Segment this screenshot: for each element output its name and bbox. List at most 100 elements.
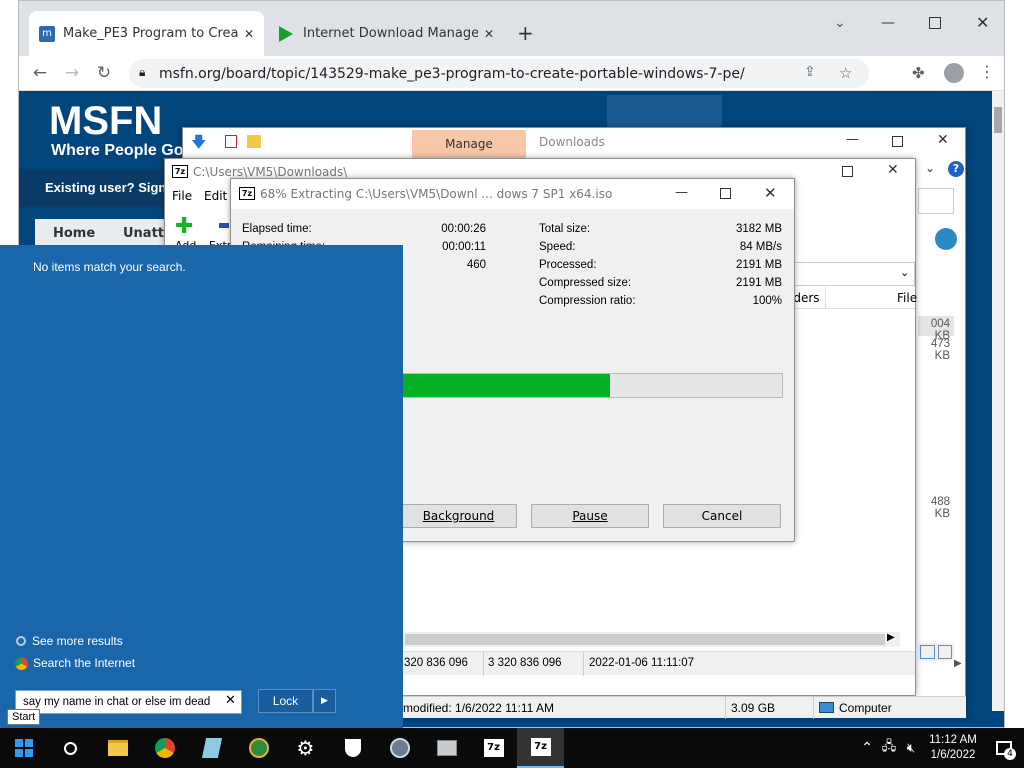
column-divider (825, 287, 826, 309)
downloads-title: Downloads (539, 135, 605, 149)
back-icon[interactable]: ← (29, 62, 51, 84)
address-bar[interactable]: 🔒︎ msfn.org/board/topic/143529-make_pe3-… (129, 59, 869, 88)
see-more-label: See more results (32, 634, 123, 648)
sevenzip-active-taskbar-icon[interactable]: 7z (517, 728, 564, 768)
extensions-icon[interactable]: ✤ (912, 64, 925, 82)
tab-search-icon[interactable]: ⌄ (834, 15, 846, 31)
profile-avatar[interactable] (944, 63, 964, 83)
page-scrollbar[interactable] (992, 91, 1004, 711)
tab-close-icon[interactable]: ✕ (244, 27, 254, 41)
file-explorer-icon[interactable] (94, 728, 141, 768)
maximize-icon[interactable] (842, 166, 853, 177)
menu-file[interactable]: File (172, 189, 192, 203)
address-toolbar: ← → ↻ 🔒︎ msfn.org/board/topic/143529-mak… (19, 56, 1004, 91)
globe-icon[interactable] (935, 228, 957, 250)
view-controls (918, 643, 954, 661)
compression-ratio-value: 100% (752, 295, 782, 307)
background-button[interactable]: Background (400, 504, 517, 528)
clock[interactable]: 11:12 AM 1/6/2022 (922, 733, 984, 763)
url-text: msfn.org/board/topic/143529-make_pe3-pro… (159, 65, 745, 82)
reload-icon[interactable]: ↻ (93, 62, 115, 84)
tab-make-pe3[interactable]: m Make_PE3 Program to Create Por ✕ (29, 11, 264, 56)
maximize-icon[interactable] (720, 188, 731, 199)
breadcrumb-home[interactable]: Home (53, 226, 95, 241)
volume-icon[interactable]: 🔇︎ (900, 728, 922, 768)
network-icon[interactable]: 🖧︎ (878, 728, 900, 768)
settings-gear-icon[interactable]: ⚙ (282, 728, 329, 768)
dialog-title: 68% Extracting C:\Users\VM5\Downl ... do… (260, 187, 613, 201)
ribbon-expand-icon[interactable]: ⌄ (925, 161, 935, 175)
forward-icon[interactable]: → (61, 62, 83, 84)
manage-tab[interactable]: Manage (412, 130, 526, 158)
cancel-button[interactable]: Cancel (663, 504, 781, 528)
extract-icon[interactable] (219, 223, 229, 228)
close-icon[interactable]: ✕ (764, 184, 777, 202)
lock-button[interactable]: Lock (258, 689, 313, 713)
start-search-input[interactable]: say my name in chat or else im dead ✕ (15, 690, 242, 714)
status-divider (583, 652, 584, 676)
file-size-2: 473 KB (930, 338, 950, 362)
search-box[interactable] (918, 188, 954, 214)
notification-count: 4 (1004, 748, 1016, 760)
search-icon[interactable] (47, 728, 94, 768)
sevenzip-taskbar-icon[interactable]: 7z (470, 728, 517, 768)
tab-idm[interactable]: Internet Download Manager: Hig ✕ (269, 11, 504, 56)
close-icon[interactable]: ✕ (937, 132, 949, 148)
sevenzip-title: C:\Users\VM5\Downloads\ (193, 165, 348, 179)
notifications-icon[interactable]: 4 (984, 728, 1024, 768)
network-globe-icon[interactable] (235, 728, 282, 768)
notepad-icon[interactable] (188, 728, 235, 768)
clear-search-icon[interactable]: ✕ (225, 693, 236, 708)
app-circle-icon[interactable] (376, 728, 423, 768)
close-icon[interactable]: ✕ (887, 162, 899, 178)
processed-label: Processed: (539, 259, 597, 271)
msfn-favicon-icon: m (39, 25, 55, 42)
sevenzip-app-icon: 7z (172, 165, 188, 178)
details-view-icon[interactable] (920, 645, 935, 659)
tab-title: Internet Download Manager: Hig (303, 26, 478, 41)
scroll-thumb[interactable] (994, 107, 1002, 133)
sign-in-link[interactable]: Existing user? Sign I (45, 180, 174, 195)
status-size-1: 320 836 096 (404, 657, 468, 669)
scroll-thumb[interactable] (405, 634, 885, 645)
column-file[interactable]: File (897, 291, 917, 305)
no-items-message: No items match your search. (33, 260, 186, 274)
share-icon[interactable]: ⇪ (804, 64, 816, 80)
shield-icon[interactable] (329, 728, 376, 768)
explorer-titlebar: 🡇 Manage Downloads — ✕ (183, 128, 965, 158)
chevron-down-icon[interactable]: ⌄ (900, 266, 909, 279)
site-logo[interactable]: MSFN (49, 99, 162, 144)
download-arrow-icon: 🡇 (191, 133, 207, 151)
bookmark-star-icon[interactable]: ☆ (839, 64, 852, 82)
search-internet-label: Search the Internet (33, 656, 136, 670)
chrome-icon[interactable] (141, 728, 188, 768)
properties-icon[interactable] (225, 135, 237, 148)
minimize-icon[interactable]: — (675, 185, 688, 200)
windows-start-icon[interactable] (0, 728, 47, 768)
pause-button[interactable]: Pause (531, 504, 649, 528)
help-icon[interactable]: ? (948, 161, 964, 177)
folder-icon[interactable] (247, 135, 261, 148)
new-tab-button[interactable]: + (517, 21, 534, 45)
menu-edit[interactable]: Edit (204, 189, 227, 203)
tab-close-icon[interactable]: ✕ (484, 27, 494, 41)
maximize-icon[interactable] (892, 136, 903, 147)
tiles-view-icon[interactable] (938, 645, 952, 659)
add-plus-icon[interactable]: ✚ (175, 214, 193, 239)
see-more-results-link[interactable]: See more results (16, 634, 123, 648)
status-date: 2022-01-06 11:11:07 (589, 657, 695, 669)
scroll-right-icon[interactable]: ▶ (954, 658, 962, 669)
minimize-icon[interactable]: — (846, 132, 859, 147)
control-panel-icon[interactable] (423, 728, 470, 768)
maximize-icon[interactable] (929, 17, 941, 29)
scroll-right-icon[interactable]: ▶ (887, 632, 895, 643)
show-hidden-icons-icon[interactable]: ⌃ (856, 728, 878, 768)
menu-kebab-icon[interactable]: ⋮ (979, 62, 995, 81)
power-options-arrow-icon[interactable]: ▶ (313, 689, 336, 713)
search-icon (16, 636, 26, 646)
speed-value: 84 MB/s (739, 241, 782, 253)
minimize-icon[interactable]: — (881, 15, 895, 31)
close-icon[interactable]: ✕ (976, 13, 989, 32)
status-size-2: 3 320 836 096 (488, 657, 562, 669)
search-internet-link[interactable]: Search the Internet (15, 656, 135, 670)
